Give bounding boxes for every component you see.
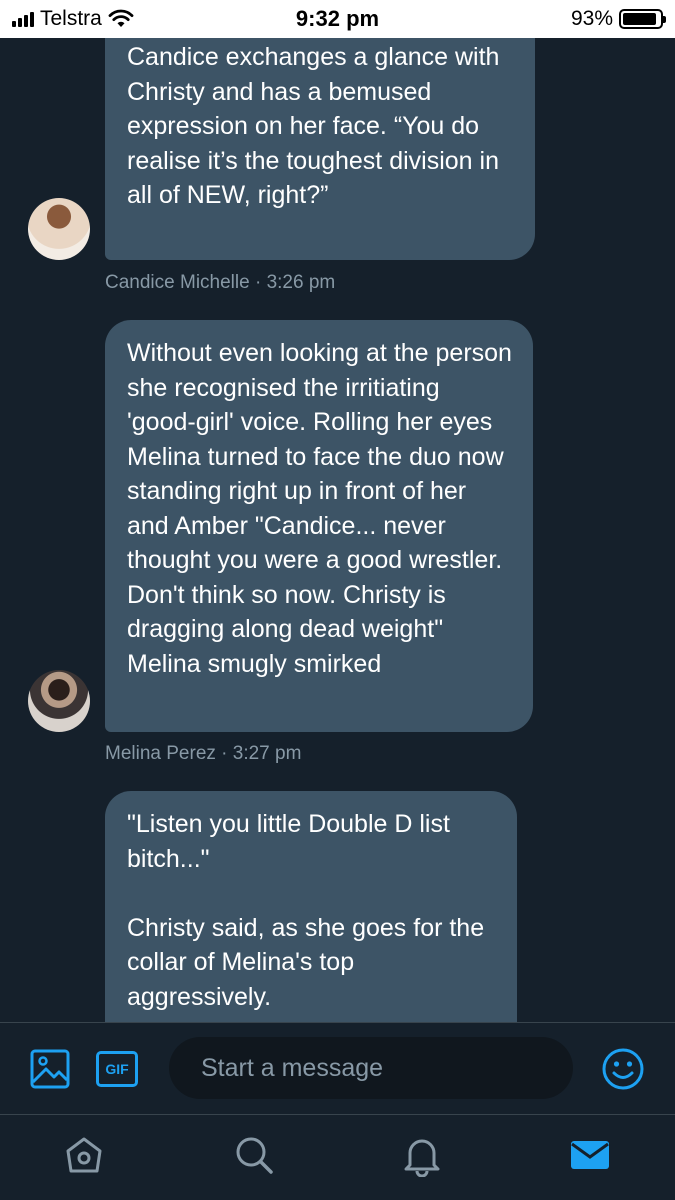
battery-percent: 93% [570, 7, 613, 30]
search-icon [236, 1137, 273, 1174]
tab-search[interactable] [232, 1133, 276, 1177]
image-icon[interactable] [30, 1049, 72, 1089]
avatar[interactable] [28, 198, 90, 260]
tab-notifications[interactable] [400, 1133, 444, 1177]
home-icon [66, 1137, 102, 1173]
message-composer: GIF [0, 1022, 675, 1114]
battery-icon [619, 9, 666, 29]
tab-messages[interactable] [568, 1133, 612, 1177]
avatar[interactable] [28, 670, 90, 732]
envelope-icon [571, 1141, 609, 1169]
message-input[interactable] [169, 1037, 573, 1099]
bell-icon [404, 1139, 440, 1177]
message-bubble[interactable]: "Listen you little Double D list bitch..… [105, 791, 517, 1022]
status-bar: Telstra 9:32 pm 93% [0, 0, 675, 38]
gif-icon: GIF [96, 1051, 138, 1087]
gif-button[interactable]: GIF [96, 1050, 138, 1088]
tab-bar [0, 1114, 675, 1200]
battery-fill [623, 13, 657, 25]
status-right: 93% [570, 7, 666, 31]
message-bubble[interactable]: Without even looking at the person she r… [105, 320, 533, 732]
message-bubble[interactable]: Candice exchanges a glance with Christy … [105, 38, 535, 260]
emoji-icon[interactable] [601, 1047, 645, 1091]
tab-home[interactable] [62, 1133, 106, 1177]
message-list[interactable]: Candice exchanges a glance with Christy … [0, 38, 675, 1022]
message-meta: Melina Perez · 3:27 pm [105, 743, 302, 764]
message-meta: Candice Michelle · 3:26 pm [105, 272, 336, 293]
